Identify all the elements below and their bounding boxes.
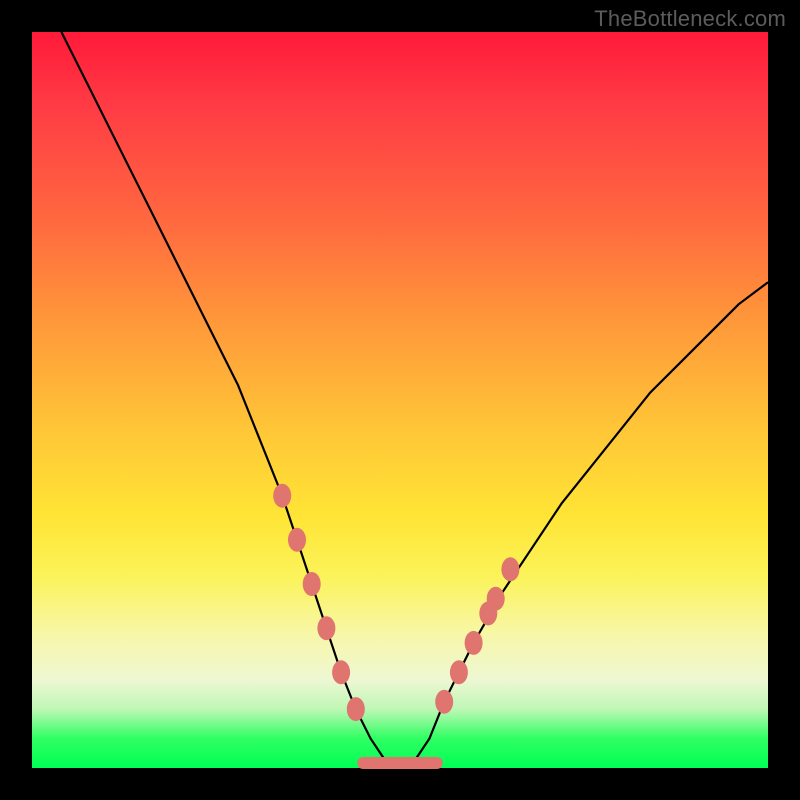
curve-svg bbox=[32, 32, 768, 768]
markers-left bbox=[273, 484, 365, 721]
markers-right bbox=[435, 557, 519, 714]
curve-marker bbox=[303, 572, 321, 596]
curve-marker bbox=[317, 616, 335, 640]
plot-area bbox=[32, 32, 768, 768]
curve-marker bbox=[501, 557, 519, 581]
bottleneck-curve bbox=[61, 32, 768, 768]
curve-marker bbox=[332, 660, 350, 684]
curve-marker bbox=[487, 587, 505, 611]
curve-marker bbox=[347, 697, 365, 721]
curve-marker bbox=[450, 660, 468, 684]
chart-frame: TheBottleneck.com bbox=[0, 0, 800, 800]
curve-marker bbox=[273, 484, 291, 508]
watermark-text: TheBottleneck.com bbox=[594, 6, 786, 32]
curve-marker bbox=[435, 690, 453, 714]
curve-marker bbox=[288, 528, 306, 552]
curve-marker bbox=[465, 631, 483, 655]
